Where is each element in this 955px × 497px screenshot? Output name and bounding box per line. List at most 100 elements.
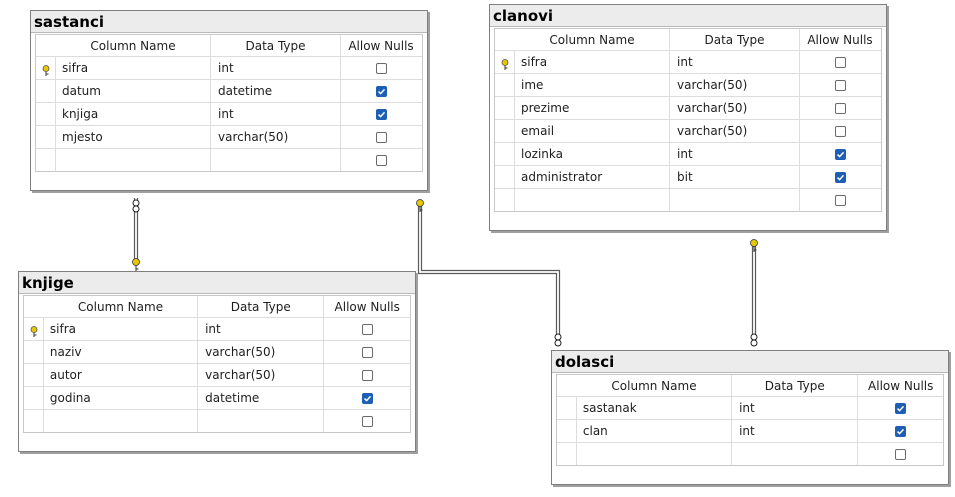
table-row-new[interactable]: [24, 409, 410, 432]
data-type-cell[interactable]: varchar(50): [211, 126, 341, 148]
row-selector: [495, 97, 515, 119]
table-sastanci[interactable]: sastanci Column Name Data Type Allow Nulls…: [30, 10, 428, 191]
table-row[interactable]: datum datetime: [36, 79, 422, 102]
table-title[interactable]: clanovi: [490, 5, 886, 27]
allow-nulls-cell: [858, 443, 943, 465]
table-row[interactable]: sastanak int: [557, 396, 943, 419]
allow-nulls-cell: [858, 420, 943, 442]
column-name-cell[interactable]: prezime: [515, 97, 670, 119]
table-row[interactable]: ime varchar(50): [495, 73, 881, 96]
key-icon: [750, 239, 758, 252]
allow-nulls-checkbox-checked[interactable]: [375, 108, 387, 120]
table-row[interactable]: sifra int: [36, 56, 422, 79]
allow-nulls-checkbox[interactable]: [834, 56, 846, 68]
data-type-cell[interactable]: int: [211, 103, 341, 125]
table-row[interactable]: godina datetime: [24, 386, 410, 409]
table-row-new[interactable]: [495, 188, 881, 211]
allow-nulls-checkbox[interactable]: [361, 415, 373, 427]
table-row[interactable]: knjiga int: [36, 102, 422, 125]
table-row[interactable]: administrator bit: [495, 165, 881, 188]
row-selector: [24, 364, 44, 386]
column-header-row: Column Name Data Type Allow Nulls: [24, 295, 410, 317]
allow-nulls-checkbox[interactable]: [895, 448, 907, 460]
allow-nulls-checkbox-checked[interactable]: [361, 392, 373, 404]
data-type-cell[interactable]: bit: [670, 166, 800, 188]
table-row[interactable]: mjesto varchar(50): [36, 125, 422, 148]
data-type-cell[interactable]: int: [670, 51, 800, 73]
allow-nulls-checkbox[interactable]: [834, 194, 846, 206]
allow-nulls-checkbox[interactable]: [834, 79, 846, 91]
table-title[interactable]: sastanci: [31, 11, 427, 33]
allow-nulls-checkbox[interactable]: [361, 323, 373, 335]
table-row-new[interactable]: [36, 148, 422, 171]
data-type-cell[interactable]: datetime: [198, 387, 325, 409]
data-type-cell[interactable]: varchar(50): [670, 97, 800, 119]
column-name-cell[interactable]: administrator: [515, 166, 670, 188]
column-name-cell[interactable]: ime: [515, 74, 670, 96]
header-data-type: Data Type: [732, 375, 859, 396]
column-name-cell[interactable]: autor: [44, 364, 199, 386]
table-footer: [19, 433, 415, 451]
column-name-cell[interactable]: lozinka: [515, 143, 670, 165]
column-name-cell[interactable]: sifra: [56, 57, 211, 79]
data-type-cell[interactable]: [211, 149, 341, 171]
data-type-cell[interactable]: int: [670, 143, 800, 165]
table-row[interactable]: lozinka int: [495, 142, 881, 165]
column-name-cell[interactable]: mjesto: [56, 126, 211, 148]
data-type-cell[interactable]: int: [211, 57, 341, 79]
column-name-cell[interactable]: [577, 443, 733, 465]
data-type-cell[interactable]: [670, 189, 800, 211]
allow-nulls-checkbox[interactable]: [361, 346, 373, 358]
column-name-cell[interactable]: [44, 410, 199, 432]
column-name-cell[interactable]: sifra: [44, 318, 199, 340]
column-name-cell[interactable]: godina: [44, 387, 199, 409]
column-name-cell[interactable]: datum: [56, 80, 211, 102]
table-row[interactable]: sifra int: [495, 50, 881, 73]
data-type-cell[interactable]: int: [198, 318, 325, 340]
allow-nulls-checkbox[interactable]: [834, 125, 846, 137]
data-type-cell[interactable]: varchar(50): [198, 341, 325, 363]
allow-nulls-checkbox[interactable]: [834, 102, 846, 114]
key-icon: [41, 62, 51, 79]
column-name-cell[interactable]: sastanak: [577, 397, 733, 419]
table-clanovi[interactable]: clanovi Column Name Data Type Allow Nulls s…: [489, 4, 887, 231]
column-name-cell[interactable]: [515, 189, 670, 211]
allow-nulls-checkbox[interactable]: [375, 131, 387, 143]
allow-nulls-checkbox[interactable]: [375, 154, 387, 166]
column-name-cell[interactable]: email: [515, 120, 670, 142]
column-name-cell[interactable]: knjiga: [56, 103, 211, 125]
table-row[interactable]: sifra int: [24, 317, 410, 340]
table-dolasci[interactable]: dolasci Column Name Data Type Allow Nulls s…: [551, 350, 949, 485]
data-type-cell[interactable]: datetime: [211, 80, 341, 102]
column-name-cell[interactable]: naziv: [44, 341, 199, 363]
table-row[interactable]: autor varchar(50): [24, 363, 410, 386]
data-type-cell[interactable]: [732, 443, 859, 465]
allow-nulls-checkbox-checked[interactable]: [375, 85, 387, 97]
table-title[interactable]: dolasci: [552, 351, 948, 373]
allow-nulls-cell: [341, 126, 421, 148]
table-row[interactable]: naziv varchar(50): [24, 340, 410, 363]
table-row[interactable]: clan int: [557, 419, 943, 442]
allow-nulls-checkbox[interactable]: [375, 62, 387, 74]
header-allow-nulls: Allow Nulls: [807, 32, 873, 47]
allow-nulls-checkbox-checked[interactable]: [895, 425, 907, 437]
data-type-cell[interactable]: int: [732, 397, 859, 419]
table-row[interactable]: email varchar(50): [495, 119, 881, 142]
data-type-cell[interactable]: varchar(50): [670, 120, 800, 142]
allow-nulls-checkbox-checked[interactable]: [834, 171, 846, 183]
allow-nulls-checkbox-checked[interactable]: [895, 402, 907, 414]
table-row[interactable]: prezime varchar(50): [495, 96, 881, 119]
column-grid: Column Name Data Type Allow Nulls sifra int n…: [23, 295, 411, 433]
column-name-cell[interactable]: sifra: [515, 51, 670, 73]
table-row-new[interactable]: [557, 442, 943, 465]
data-type-cell[interactable]: varchar(50): [198, 364, 325, 386]
data-type-cell[interactable]: varchar(50): [670, 74, 800, 96]
table-knjige[interactable]: knjige Column Name Data Type Allow Nulls si…: [18, 271, 416, 452]
table-title[interactable]: knjige: [19, 272, 415, 294]
allow-nulls-checkbox-checked[interactable]: [834, 148, 846, 160]
data-type-cell[interactable]: [198, 410, 325, 432]
data-type-cell[interactable]: int: [732, 420, 859, 442]
allow-nulls-checkbox[interactable]: [361, 369, 373, 381]
column-name-cell[interactable]: clan: [577, 420, 733, 442]
column-name-cell[interactable]: [56, 149, 211, 171]
